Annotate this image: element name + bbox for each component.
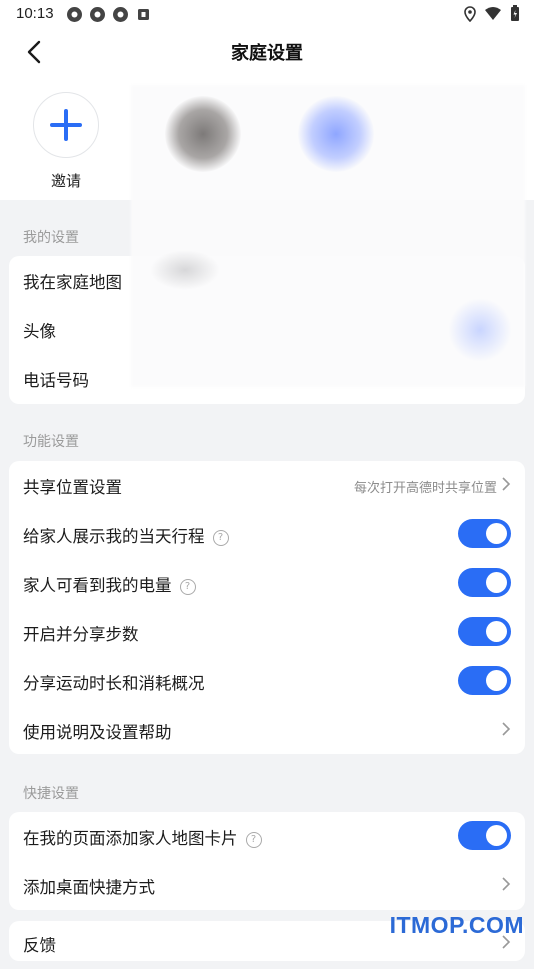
row-add-shortcut[interactable]: 添加桌面快捷方式 — [9, 861, 525, 909]
toggle-share-steps[interactable] — [458, 617, 511, 646]
chevron-right-icon — [502, 477, 511, 491]
row-share-location[interactable]: 共享位置设置 每次打开高德时共享位置 — [9, 461, 525, 509]
section-title-function-settings: 功能设置 — [23, 434, 79, 450]
toggle-add-family-card[interactable] — [458, 821, 511, 850]
row-label: 头像 — [23, 322, 56, 341]
status-time: 10:13 — [16, 5, 54, 22]
location-icon — [464, 5, 476, 26]
section-title-my-settings: 我的设置 — [23, 230, 79, 246]
row-show-daily-trip: 给家人展示我的当天行程? — [9, 510, 525, 558]
app-notification-icon — [112, 6, 129, 23]
row-share-steps: 开启并分享步数 — [9, 608, 525, 656]
app-notification-icon — [89, 6, 106, 23]
wifi-icon — [484, 6, 502, 25]
blurred-avatar — [165, 96, 241, 172]
row-label: 分享运动时长和消耗概况 — [23, 674, 205, 693]
row-label: 反馈 — [23, 936, 56, 955]
share-location-value: 每次打开高德时共享位置 — [353, 481, 497, 496]
plus-icon — [50, 109, 82, 141]
row-label: 使用说明及设置帮助 — [23, 723, 172, 742]
system-icons — [464, 5, 520, 26]
row-show-battery: 家人可看到我的电量? — [9, 559, 525, 607]
help-icon[interactable]: ? — [212, 530, 229, 546]
chevron-right-icon — [502, 877, 511, 891]
row-usage-help[interactable]: 使用说明及设置帮助 — [9, 706, 525, 754]
toggle-show-battery[interactable] — [458, 568, 511, 597]
quick-settings-card: 在我的页面添加家人地图卡片? 添加桌面快捷方式 — [9, 812, 525, 910]
row-label: 我在家庭地图 — [23, 273, 122, 292]
app-notification-icon — [66, 6, 83, 23]
invite-label: 邀请 — [50, 172, 81, 190]
battery-icon — [510, 5, 520, 26]
status-bar: 10:13 — [0, 0, 534, 28]
help-icon[interactable]: ? — [245, 832, 262, 848]
row-label: 家人可看到我的电量? — [23, 572, 196, 596]
blurred-content — [150, 250, 220, 290]
notification-icons — [66, 6, 152, 23]
row-add-family-card: 在我的页面添加家人地图卡片? — [9, 812, 525, 860]
row-label: 给家人展示我的当天行程? — [23, 523, 229, 547]
row-label: 开启并分享步数 — [23, 625, 139, 644]
row-share-exercise: 分享运动时长和消耗概况 — [9, 657, 525, 705]
function-settings-card: 共享位置设置 每次打开高德时共享位置 给家人展示我的当天行程? 家人可看到我的电… — [9, 461, 525, 754]
toggle-show-daily-trip[interactable] — [458, 519, 511, 548]
chevron-right-icon — [502, 722, 511, 736]
row-label: 共享位置设置 — [23, 478, 122, 497]
help-icon[interactable]: ? — [179, 579, 196, 595]
blurred-avatar — [298, 96, 374, 172]
top-bar: 家庭设置 — [0, 28, 534, 74]
row-label: 在我的页面添加家人地图卡片? — [23, 825, 262, 849]
row-label: 添加桌面快捷方式 — [23, 878, 155, 897]
invite-button[interactable] — [33, 92, 99, 158]
watermark: ITMOP.COM — [389, 912, 524, 938]
toggle-share-exercise[interactable] — [458, 666, 511, 695]
a-notification-icon — [135, 6, 152, 23]
blurred-content — [448, 298, 512, 362]
section-title-quick-settings: 快捷设置 — [23, 786, 79, 802]
page-title: 家庭设置 — [231, 43, 303, 64]
row-label: 电话号码 — [23, 371, 89, 390]
